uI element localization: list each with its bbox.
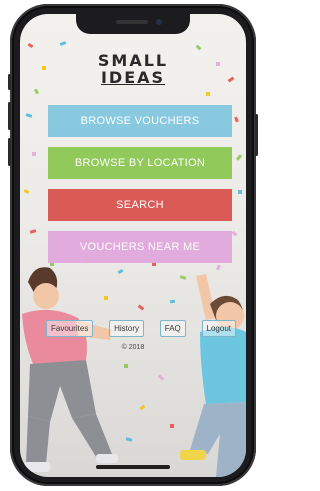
right-child <box>180 274 246 477</box>
search-label: SEARCH <box>116 199 164 211</box>
faq-link[interactable]: FAQ <box>159 320 186 337</box>
home-indicator[interactable] <box>96 465 170 469</box>
volume-up-button <box>8 102 11 130</box>
favourites-link[interactable]: Favourites <box>46 320 94 337</box>
browse-by-location-label: BROWSE BY LOCATION <box>74 157 206 169</box>
footer-links: Favourites History FAQ Logout <box>46 320 236 337</box>
speaker-grille <box>116 20 148 24</box>
copyright-text: © 2018 <box>121 344 145 351</box>
vouchers-near-me-label: VOUCHERS NEAR ME <box>79 241 201 253</box>
vouchers-near-me-button[interactable]: VOUCHERS NEAR ME <box>48 231 232 263</box>
search-button[interactable]: SEARCH <box>48 189 232 221</box>
history-link[interactable]: History <box>109 320 144 337</box>
left-child <box>22 267 118 472</box>
browse-vouchers-label: BROWSE VOUCHERS <box>80 115 200 127</box>
notch <box>76 14 190 34</box>
mute-switch <box>8 74 11 90</box>
small-ideas-logo: SMALL IDEAS <box>20 52 246 86</box>
front-camera <box>156 19 162 25</box>
browse-vouchers-button[interactable]: BROWSE VOUCHERS <box>48 105 232 137</box>
logout-link[interactable]: Logout <box>201 320 236 337</box>
volume-down-button <box>8 138 11 166</box>
logo-line-ideas: IDEAS <box>100 68 166 87</box>
logo-line-small: SMALL <box>97 51 169 70</box>
browse-by-location-button[interactable]: BROWSE BY LOCATION <box>48 147 232 179</box>
app-screen: SMALL IDEAS BROWSE VOUCHERS BROWSE BY LO… <box>20 14 246 477</box>
power-button <box>255 114 258 156</box>
